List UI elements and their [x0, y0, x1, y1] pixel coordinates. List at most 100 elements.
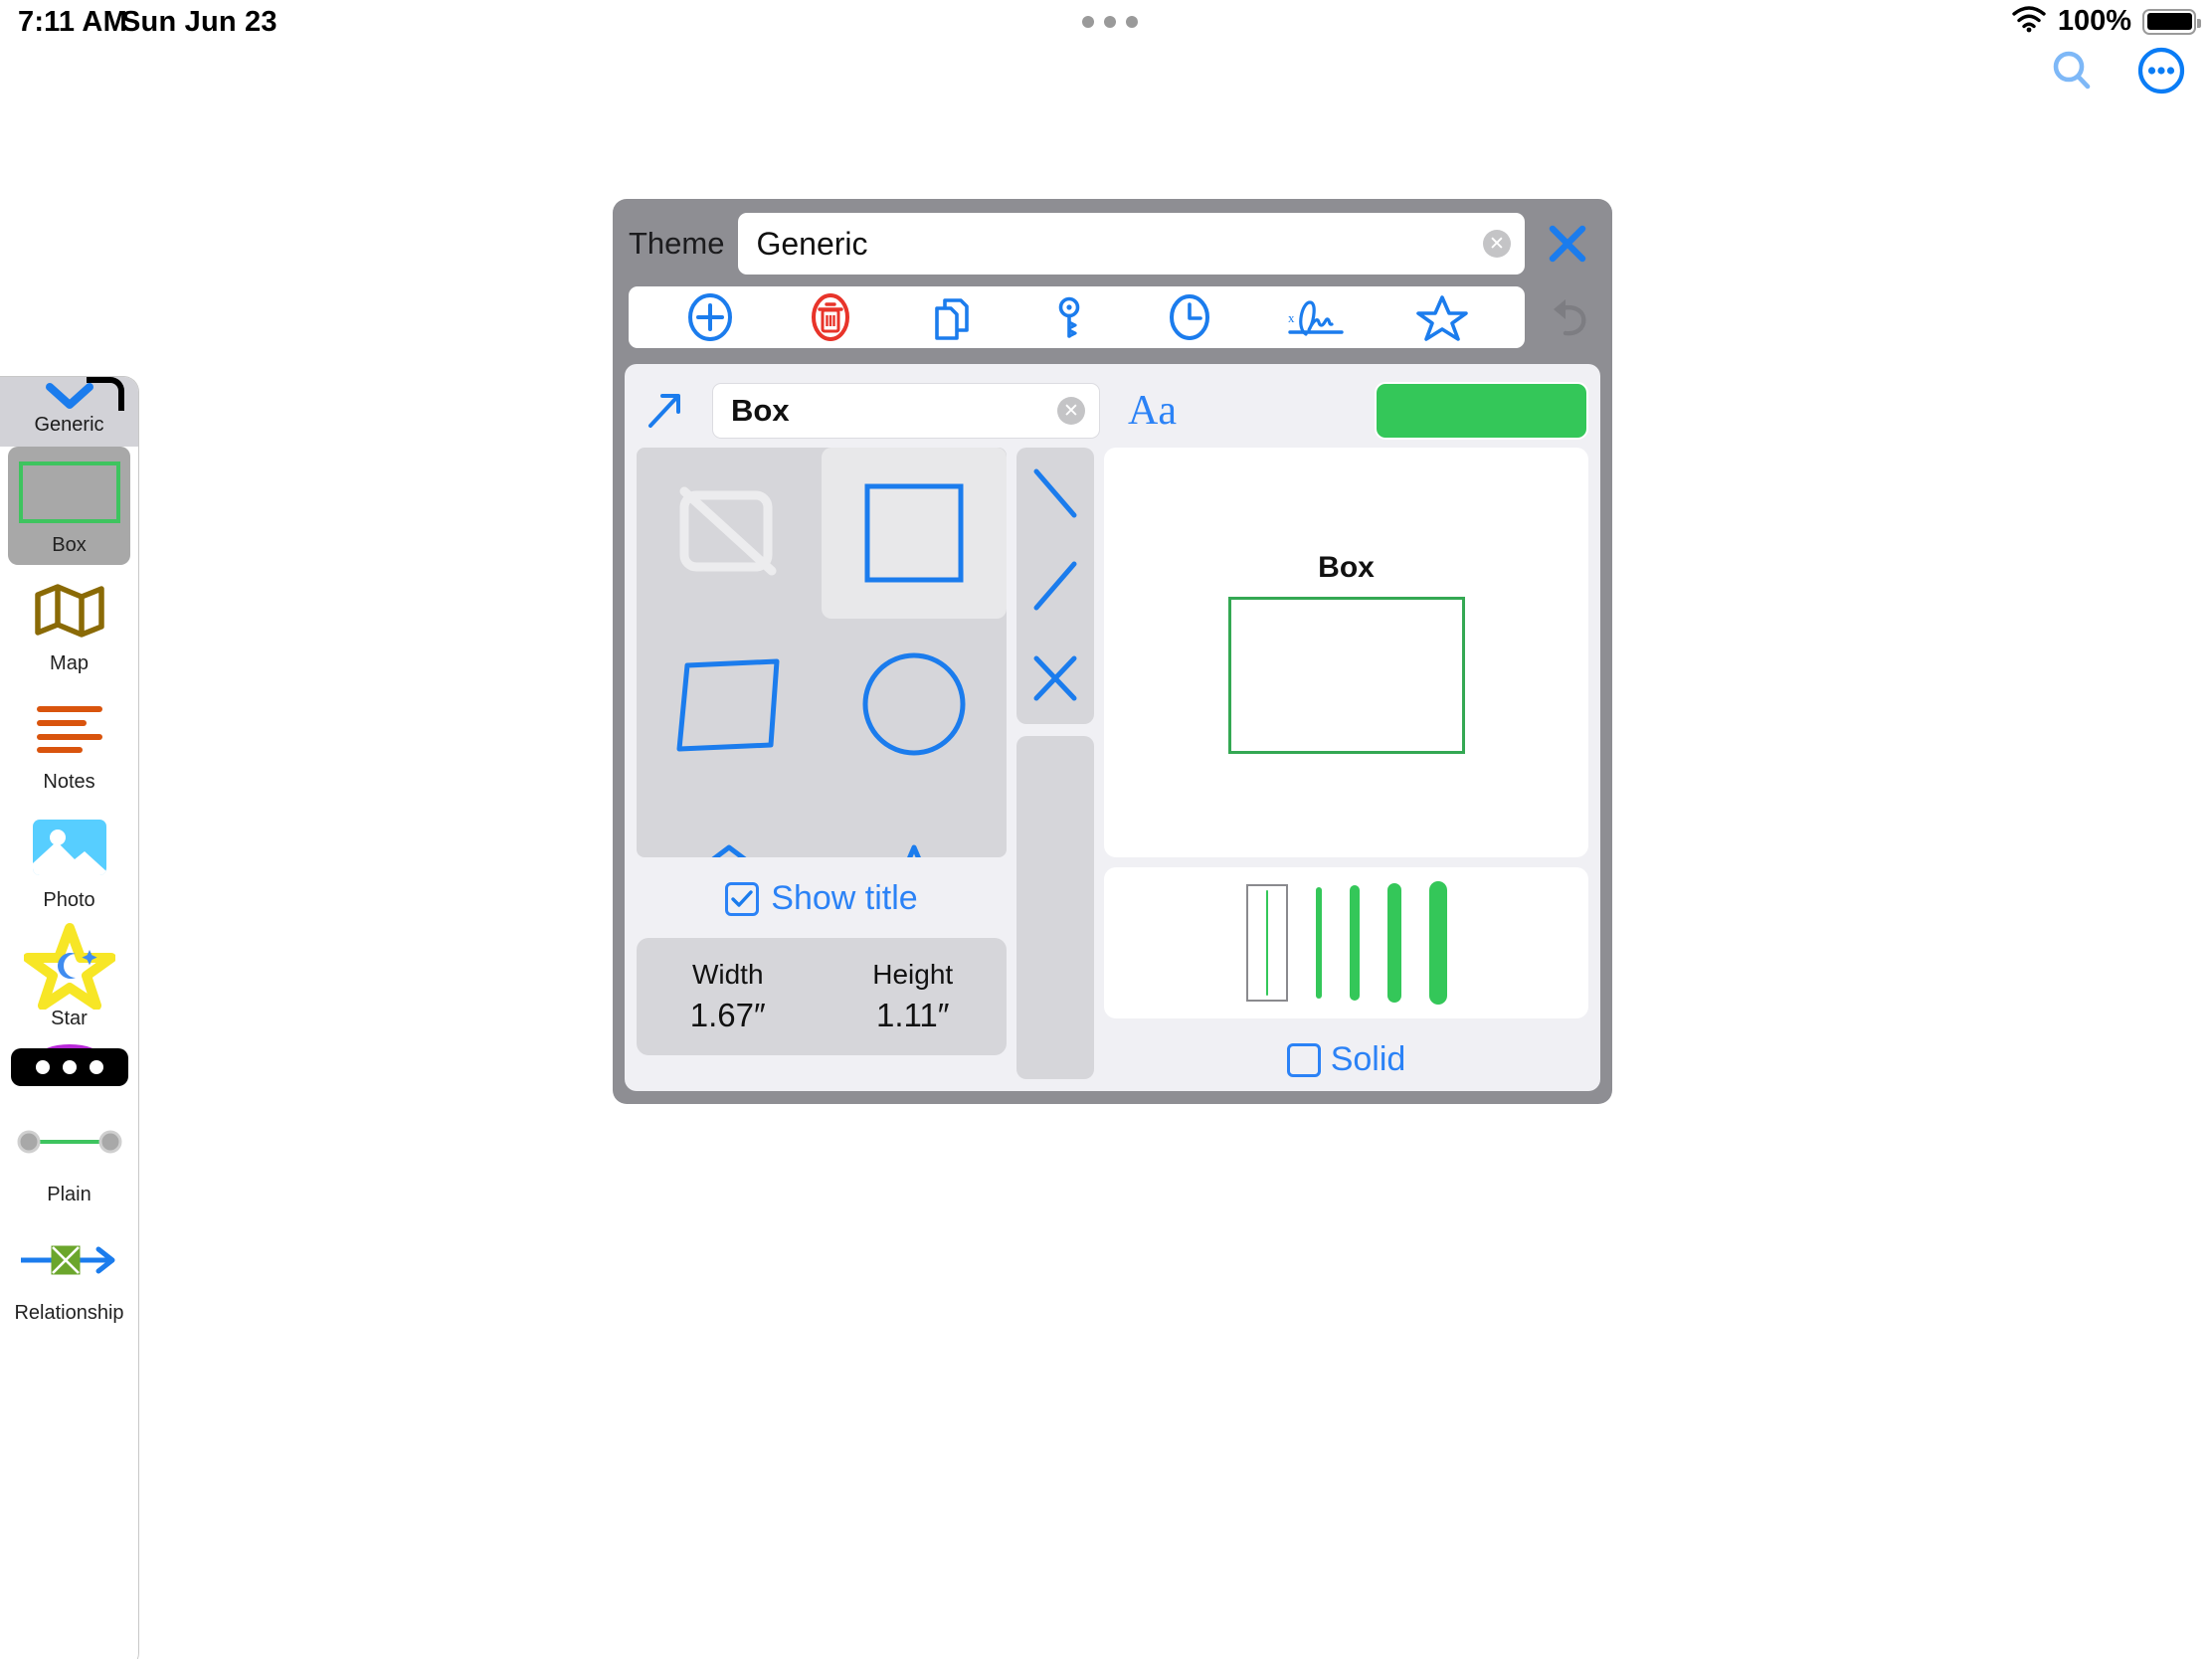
- solid-label: Solid: [1330, 1040, 1406, 1078]
- battery-percent-label: 100%: [2057, 5, 2131, 37]
- theme-input[interactable]: Generic ✕: [738, 213, 1525, 275]
- line-style-group: [1016, 448, 1094, 724]
- width-field[interactable]: Width 1.67″: [690, 959, 766, 1034]
- status-time: 7:11 AM: [18, 6, 127, 38]
- more-circle-icon[interactable]: [2136, 46, 2186, 95]
- undo-arrow-icon[interactable]: [1539, 295, 1596, 339]
- dimensions-group: Width 1.67″ Height 1.11″: [637, 938, 1007, 1055]
- theme-label: Theme: [629, 226, 725, 261]
- line-weight-bar: [1428, 881, 1447, 1005]
- shape-preview: Box: [1104, 448, 1588, 857]
- line-weight-bar: [1386, 883, 1401, 1003]
- signature-icon[interactable]: x: [1284, 292, 1346, 342]
- show-title-label: Show title: [771, 879, 918, 917]
- shape-option-square[interactable]: [822, 448, 1007, 619]
- sidebar-header[interactable]: Generic: [0, 377, 138, 447]
- line-slash-icon[interactable]: [1026, 550, 1084, 622]
- line-backslash-icon[interactable]: [1026, 458, 1084, 529]
- height-label: Height: [872, 959, 954, 990]
- drag-handle-dots-icon[interactable]: [10, 1048, 128, 1086]
- preview-title: Box: [1318, 551, 1375, 584]
- dialog-toolbar-row: x: [629, 286, 1596, 348]
- show-title-checkbox[interactable]: Show title: [637, 879, 1007, 918]
- line-weight-bar: [1349, 885, 1360, 1001]
- corner-bracket-icon: [87, 377, 124, 411]
- clear-field-icon[interactable]: ✕: [1057, 397, 1085, 425]
- sidebar-item-star[interactable]: Star: [0, 920, 138, 1038]
- green-rectangle-icon: [18, 457, 121, 528]
- shape-option-circle[interactable]: [822, 619, 1007, 790]
- status-date: Sun Jun 23: [121, 6, 277, 38]
- star-outline-icon[interactable]: [1415, 292, 1468, 342]
- stencil-sidebar: Generic Box Map Notes Photo Star Plain R…: [0, 376, 139, 1659]
- relationship-arrow-icon: [15, 1224, 124, 1296]
- sidebar-item-label: Star: [51, 1008, 88, 1029]
- search-icon[interactable]: [2049, 48, 2095, 93]
- shape-option-none[interactable]: [637, 448, 822, 619]
- preview-column: Box Solid: [1104, 448, 1588, 1079]
- sidebar-item-map[interactable]: Map: [0, 565, 138, 683]
- sidebar-item-relationship[interactable]: Relationship: [0, 1214, 138, 1333]
- clock-icon[interactable]: [1165, 292, 1214, 342]
- theme-input-value: Generic: [756, 225, 868, 262]
- plus-circle-icon[interactable]: [685, 292, 735, 342]
- multitasking-dots-icon[interactable]: [1082, 16, 1138, 28]
- line-cross-icon[interactable]: [1026, 643, 1084, 714]
- line-weight-option-2[interactable]: [1315, 887, 1322, 999]
- line-weight-option-1[interactable]: [1245, 884, 1288, 1002]
- copy-documents-icon[interactable]: [925, 292, 975, 342]
- line-style-column: [1016, 448, 1094, 1079]
- panel-body: Show title Width 1.67″ Height 1.11″ Box …: [637, 448, 1588, 1079]
- width-value: 1.67″: [689, 997, 766, 1033]
- shape-name-value: Box: [731, 393, 790, 428]
- shape-option-triangle[interactable]: [822, 790, 1007, 857]
- sidebar-item-notes[interactable]: Notes: [0, 683, 138, 802]
- solid-checkbox[interactable]: Solid: [1104, 1040, 1588, 1079]
- shape-style-panel: Box ✕ Aa Show title Width 1.67″ Height 1…: [625, 364, 1600, 1091]
- color-swatch-button[interactable]: [1375, 382, 1588, 440]
- top-action-bar: [2049, 46, 2186, 95]
- line-style-empty-group[interactable]: [1016, 736, 1094, 1079]
- line-weight-option-3[interactable]: [1349, 885, 1360, 1001]
- plain-connector-icon: [15, 1106, 124, 1178]
- width-label: Width: [691, 959, 764, 990]
- font-button[interactable]: Aa: [1128, 387, 1177, 435]
- close-x-icon[interactable]: [1539, 221, 1596, 267]
- sidebar-header-label: Generic: [34, 414, 104, 436]
- line-weight-bar: [1265, 890, 1268, 996]
- notes-lines-icon: [34, 693, 105, 765]
- shape-option-parallelogram[interactable]: [637, 619, 822, 790]
- sidebar-item-photo[interactable]: Photo: [0, 802, 138, 920]
- sidebar-drag-handle[interactable]: [0, 1038, 138, 1096]
- line-weight-bar: [1315, 887, 1322, 999]
- key-icon[interactable]: [1044, 292, 1094, 342]
- sidebar-item-label: Plain: [47, 1184, 92, 1205]
- battery-full-icon: [2142, 8, 2201, 35]
- status-bar: 7:11 AM Sun Jun 23 100%: [0, 0, 2212, 46]
- dialog-header: Theme Generic ✕ x: [613, 199, 1612, 348]
- photo-icon: [31, 812, 108, 883]
- shape-column: Show title Width 1.67″ Height 1.11″: [637, 448, 1007, 1079]
- clear-field-icon[interactable]: ✕: [1483, 230, 1511, 258]
- shape-option-pentagon[interactable]: [637, 790, 822, 857]
- sidebar-item-box[interactable]: Box: [8, 447, 130, 565]
- map-icon: [34, 575, 105, 646]
- trash-icon[interactable]: [806, 292, 855, 342]
- sidebar-item-plain[interactable]: Plain: [0, 1096, 138, 1214]
- shape-name-input[interactable]: Box ✕: [712, 383, 1100, 439]
- height-field[interactable]: Height 1.11″: [872, 959, 953, 1034]
- sidebar-item-label: Notes: [43, 771, 95, 793]
- arrow-up-right-icon[interactable]: [637, 388, 694, 434]
- checkbox-unchecked-icon: [1286, 1042, 1321, 1077]
- line-weight-option-4[interactable]: [1386, 883, 1401, 1003]
- sidebar-item-label: Map: [50, 652, 89, 674]
- height-value: 1.11″: [876, 997, 950, 1033]
- sidebar-item-label: Box: [52, 534, 87, 556]
- shape-picker-grid: [637, 448, 1007, 857]
- ipad-screen: 7:11 AM Sun Jun 23 100% Generic Box Map …: [0, 0, 2212, 1659]
- sidebar-item-label: Relationship: [14, 1302, 124, 1324]
- star-moon-icon: [23, 923, 115, 1010]
- svg-text:x: x: [1288, 310, 1295, 325]
- sidebar-item-label: Photo: [43, 889, 95, 911]
- line-weight-option-5[interactable]: [1428, 881, 1447, 1005]
